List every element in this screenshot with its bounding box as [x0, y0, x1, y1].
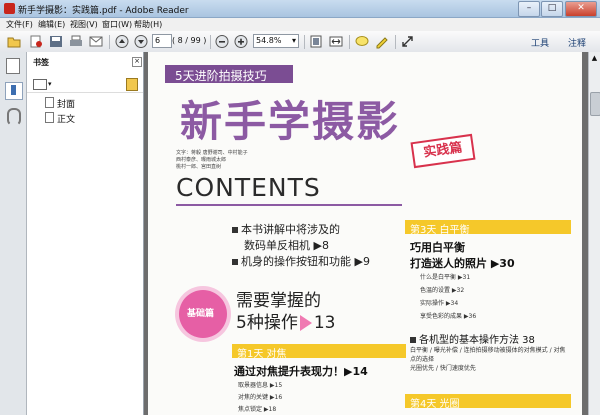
page-thumbnails-icon[interactable]	[6, 58, 20, 74]
list-item: 取景器信息 ▶15	[238, 382, 283, 389]
toolbar-separator	[210, 35, 211, 49]
fit-page-icon[interactable]	[308, 34, 324, 49]
toolbar-separator	[395, 35, 396, 49]
attachments-icon[interactable]	[7, 108, 21, 126]
comment-icon[interactable]	[354, 34, 370, 49]
expand-bookmark-icon[interactable]	[126, 78, 138, 91]
day-label: 第1天 对焦	[237, 349, 287, 360]
email-icon[interactable]	[88, 34, 104, 49]
bookmarks-toolbar: ▾	[27, 76, 143, 93]
toolbar-separator	[304, 35, 305, 49]
print-icon[interactable]	[68, 34, 84, 49]
zoom-in-icon[interactable]	[233, 34, 249, 49]
close-button[interactable]: ✕	[565, 1, 597, 17]
scroll-up-icon[interactable]: ▲	[590, 54, 599, 62]
zoom-value: 54.8%	[256, 36, 282, 45]
previous-page-icon[interactable]	[114, 34, 130, 49]
day-title: 通过对焦提升表现力！▶14	[234, 365, 368, 378]
menu-file[interactable]: 文件(F)	[6, 19, 33, 30]
fit-width-icon[interactable]	[328, 34, 344, 49]
menu-window[interactable]: 窗口(W)	[102, 19, 132, 30]
list-item: 实际操作 ▶34	[420, 300, 459, 307]
save-icon[interactable]	[48, 34, 64, 49]
close-panel-icon[interactable]: ×	[132, 57, 142, 67]
zoom-out-icon[interactable]	[214, 34, 230, 49]
day-title: 打造迷人的照片 ▶30	[410, 257, 515, 270]
day-title: 巧用白平衡	[410, 241, 465, 254]
minimize-button[interactable]: –	[518, 1, 540, 17]
bookmark-icon	[45, 112, 54, 123]
section-description: 白平衡 / 曝光补偿 / 连拍拍摄移动被摄体的对焦模式 / 对焦点的选择 光圈优…	[410, 347, 566, 372]
next-page-icon[interactable]	[133, 34, 149, 49]
bookmarks-icon[interactable]	[5, 82, 23, 100]
create-pdf-icon[interactable]	[28, 34, 44, 49]
topic-title: 5种操作 13	[236, 313, 336, 333]
adobe-reader-icon	[4, 3, 15, 14]
divider	[176, 204, 402, 206]
tools-button[interactable]: 工具	[531, 36, 549, 49]
intro-line: 机身的操作按钮和功能 ▶9	[232, 253, 370, 269]
intro-line: 本书讲解中将涉及的	[232, 221, 340, 237]
banner-text: 5天进阶拍摄技巧	[175, 69, 267, 83]
arrow-icon	[299, 315, 312, 331]
list-item: 享受色彩的成果 ▶36	[420, 313, 477, 320]
bookmark-cover[interactable]: 封面	[57, 97, 75, 110]
bookmark-body[interactable]: 正文	[57, 112, 75, 125]
scroll-thumb[interactable]	[590, 92, 600, 116]
highlight-icon[interactable]	[374, 34, 390, 49]
menu-help[interactable]: 帮助(H)	[134, 19, 162, 30]
credits-text: 文字：蒋毅 唐野谢司、中村能子 西村泰彦、曝雨城太郎 桃村一郎、宫田直树	[176, 150, 248, 170]
list-item: 焦点锁定 ▶18	[238, 406, 277, 413]
toolbar-separator	[109, 35, 110, 49]
chevron-down-icon: ▾	[291, 36, 296, 45]
comment-button[interactable]: 注释	[568, 36, 586, 49]
menu-bar: 文件(F) 编辑(E) 视图(V) 窗口(W) 帮助(H)	[0, 18, 600, 31]
list-item: 色温的设置 ▶32	[420, 287, 465, 294]
day-label: 第4天 光圈	[410, 399, 460, 410]
bookmark-icon	[45, 97, 54, 108]
section-badge-label: 基础篇	[187, 309, 215, 319]
bookmarks-title: 书签	[33, 58, 49, 67]
intro-line: 数码单反相机 ▶8	[244, 239, 329, 252]
bullet-icon	[232, 227, 238, 233]
navigation-strip	[0, 52, 27, 415]
page-count: ( 8 / 99 )	[172, 36, 207, 45]
open-icon[interactable]	[6, 34, 22, 49]
page-number-input[interactable]: 6	[152, 34, 172, 48]
bullet-icon	[232, 259, 238, 265]
book-title: 新手学摄影	[180, 97, 401, 146]
list-item: 什么是白平衡 ▶31	[420, 274, 471, 281]
window-title: 新手学摄影：实践篇.pdf - Adobe Reader	[18, 6, 189, 16]
options-icon[interactable]	[33, 79, 47, 90]
toolbar-separator	[349, 35, 350, 49]
chevron-down-icon[interactable]: ▾	[48, 80, 52, 88]
section-title: 各机型的基本操作方法 38	[410, 331, 535, 346]
maximize-button[interactable]: □	[541, 1, 563, 17]
vertical-scrollbar[interactable]: ▲	[588, 52, 600, 415]
expand-icon[interactable]	[400, 34, 416, 49]
contents-heading: CONTENTS	[176, 173, 321, 202]
bullet-icon	[410, 337, 416, 343]
menu-view[interactable]: 视图(V)	[70, 19, 98, 30]
menu-edit[interactable]: 编辑(E)	[38, 19, 65, 30]
zoom-select[interactable]: 54.8% ▾	[253, 34, 299, 48]
list-item: 对焦的关键 ▶16	[238, 394, 283, 401]
title-bar: 新手学摄影：实践篇.pdf - Adobe Reader – □ ✕	[0, 0, 600, 18]
day-label: 第3天 白平衡	[410, 225, 470, 236]
toolbar	[0, 31, 600, 53]
